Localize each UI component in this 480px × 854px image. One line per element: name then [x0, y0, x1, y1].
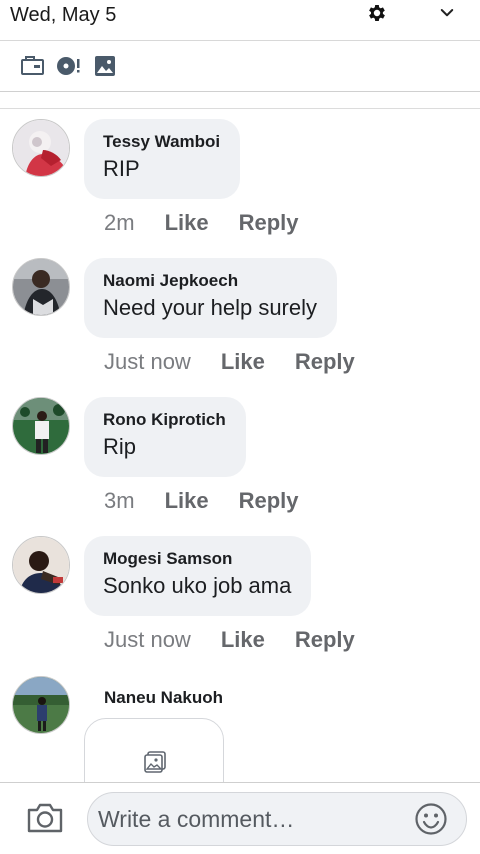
chevron-down-icon[interactable] — [438, 4, 456, 22]
comment-timestamp: Just now — [104, 627, 191, 652]
comment-text: Need your help surely — [103, 295, 318, 320]
comment-text: RIP — [103, 156, 140, 181]
comment-author[interactable]: Naomi Jepkoech — [103, 271, 317, 291]
comment-text: Sonko uko job ama — [103, 573, 292, 598]
camera-icon[interactable] — [26, 801, 64, 835]
like-button[interactable]: Like — [221, 627, 265, 653]
screen: Wed, May 5 Tessy Wamboi RIP 2m Like Repl… — [0, 0, 480, 854]
reply-button[interactable]: Reply — [239, 210, 299, 236]
quick-toolbar — [0, 41, 480, 92]
image-placeholder-icon — [144, 751, 166, 773]
comment-composer — [0, 782, 480, 854]
comment-timestamp: 2m — [104, 210, 135, 235]
comment-author[interactable]: Rono Kiprotich — [103, 410, 226, 430]
avatar[interactable] — [12, 119, 70, 177]
comment-bubble: Tessy Wamboi RIP — [84, 119, 241, 199]
record-alert-icon[interactable] — [56, 55, 82, 77]
avatar[interactable] — [12, 536, 70, 594]
comment-timestamp: Just now — [104, 349, 191, 374]
comment-author[interactable]: Tessy Wamboi — [103, 132, 220, 152]
status-date: Wed, May 5 — [10, 4, 117, 26]
comment-actions: 2m Like Reply — [104, 210, 299, 236]
reply-button[interactable]: Reply — [295, 627, 355, 653]
comment-actions: 3m Like Reply — [104, 488, 299, 514]
avatar[interactable] — [12, 397, 70, 455]
notification-bar: Wed, May 5 — [0, 0, 480, 41]
comment-actions: Just now Like Reply — [104, 349, 355, 375]
comment-bubble: Mogesi Samson Sonko uko job ama — [84, 536, 312, 616]
image-icon[interactable] — [93, 55, 119, 77]
reply-button[interactable]: Reply — [295, 349, 355, 375]
smiley-icon[interactable] — [414, 802, 448, 836]
avatar[interactable] — [12, 258, 70, 316]
comment-author[interactable]: Naneu Nakuoh — [104, 688, 223, 708]
like-button[interactable]: Like — [165, 210, 209, 236]
comment-bubble: Naomi Jepkoech Need your help surely — [84, 258, 338, 338]
avatar[interactable] — [12, 676, 70, 734]
comment-bubble: Rono Kiprotich Rip — [84, 397, 246, 477]
folder-card-icon[interactable] — [20, 55, 46, 77]
comment-text: Rip — [103, 434, 137, 459]
reply-button[interactable]: Reply — [239, 488, 299, 514]
section-divider — [0, 92, 480, 109]
comment-input[interactable] — [87, 792, 467, 846]
comment-actions: Just now Like Reply — [104, 627, 355, 653]
comment-author[interactable]: Mogesi Samson — [103, 549, 291, 569]
comment-timestamp: 3m — [104, 488, 135, 513]
like-button[interactable]: Like — [165, 488, 209, 514]
like-button[interactable]: Like — [221, 349, 265, 375]
gear-icon[interactable] — [366, 2, 388, 24]
